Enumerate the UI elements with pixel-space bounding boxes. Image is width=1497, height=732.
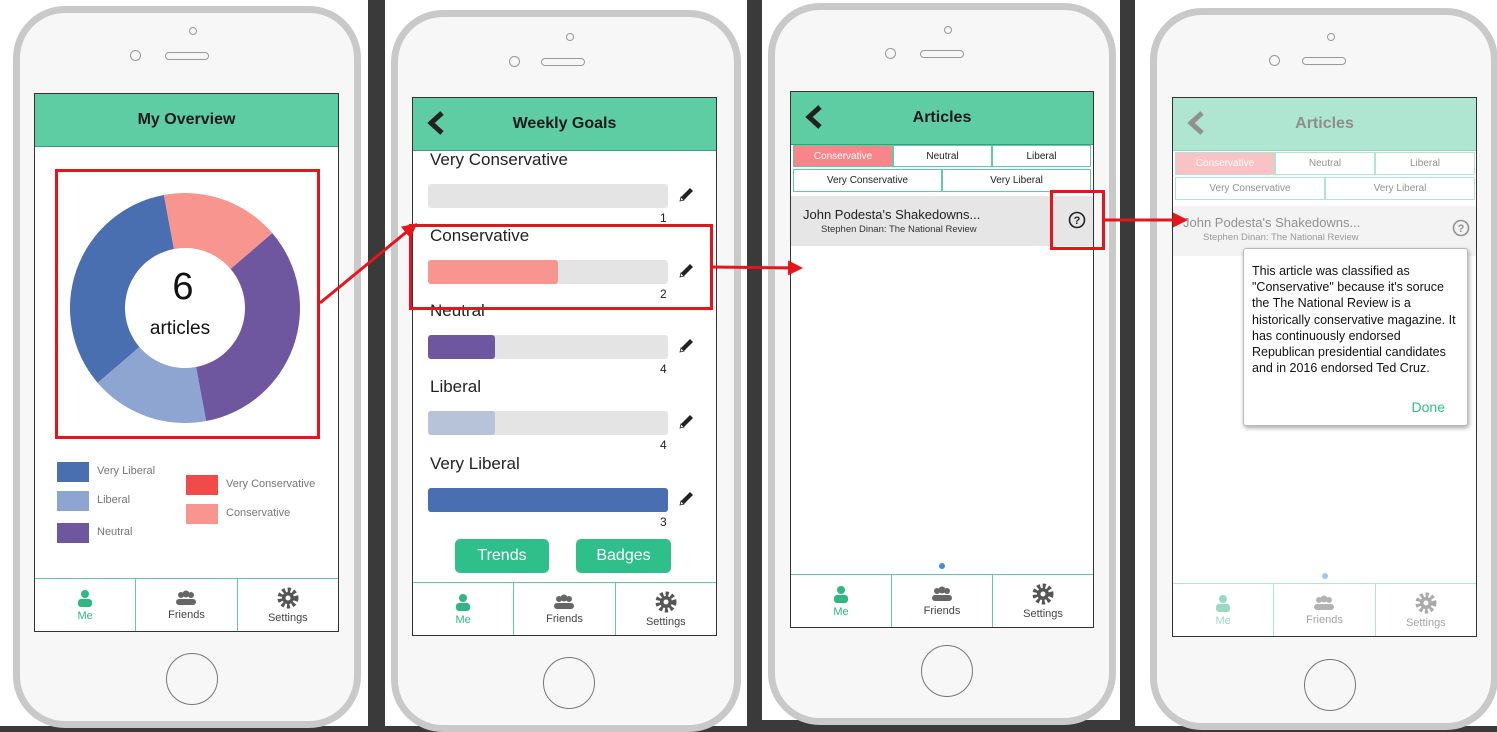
- flow-arrows: [319, 212, 1188, 305]
- arrow-overview-to-goals: [319, 223, 418, 305]
- arrow-goals-to-articles: [711, 260, 803, 276]
